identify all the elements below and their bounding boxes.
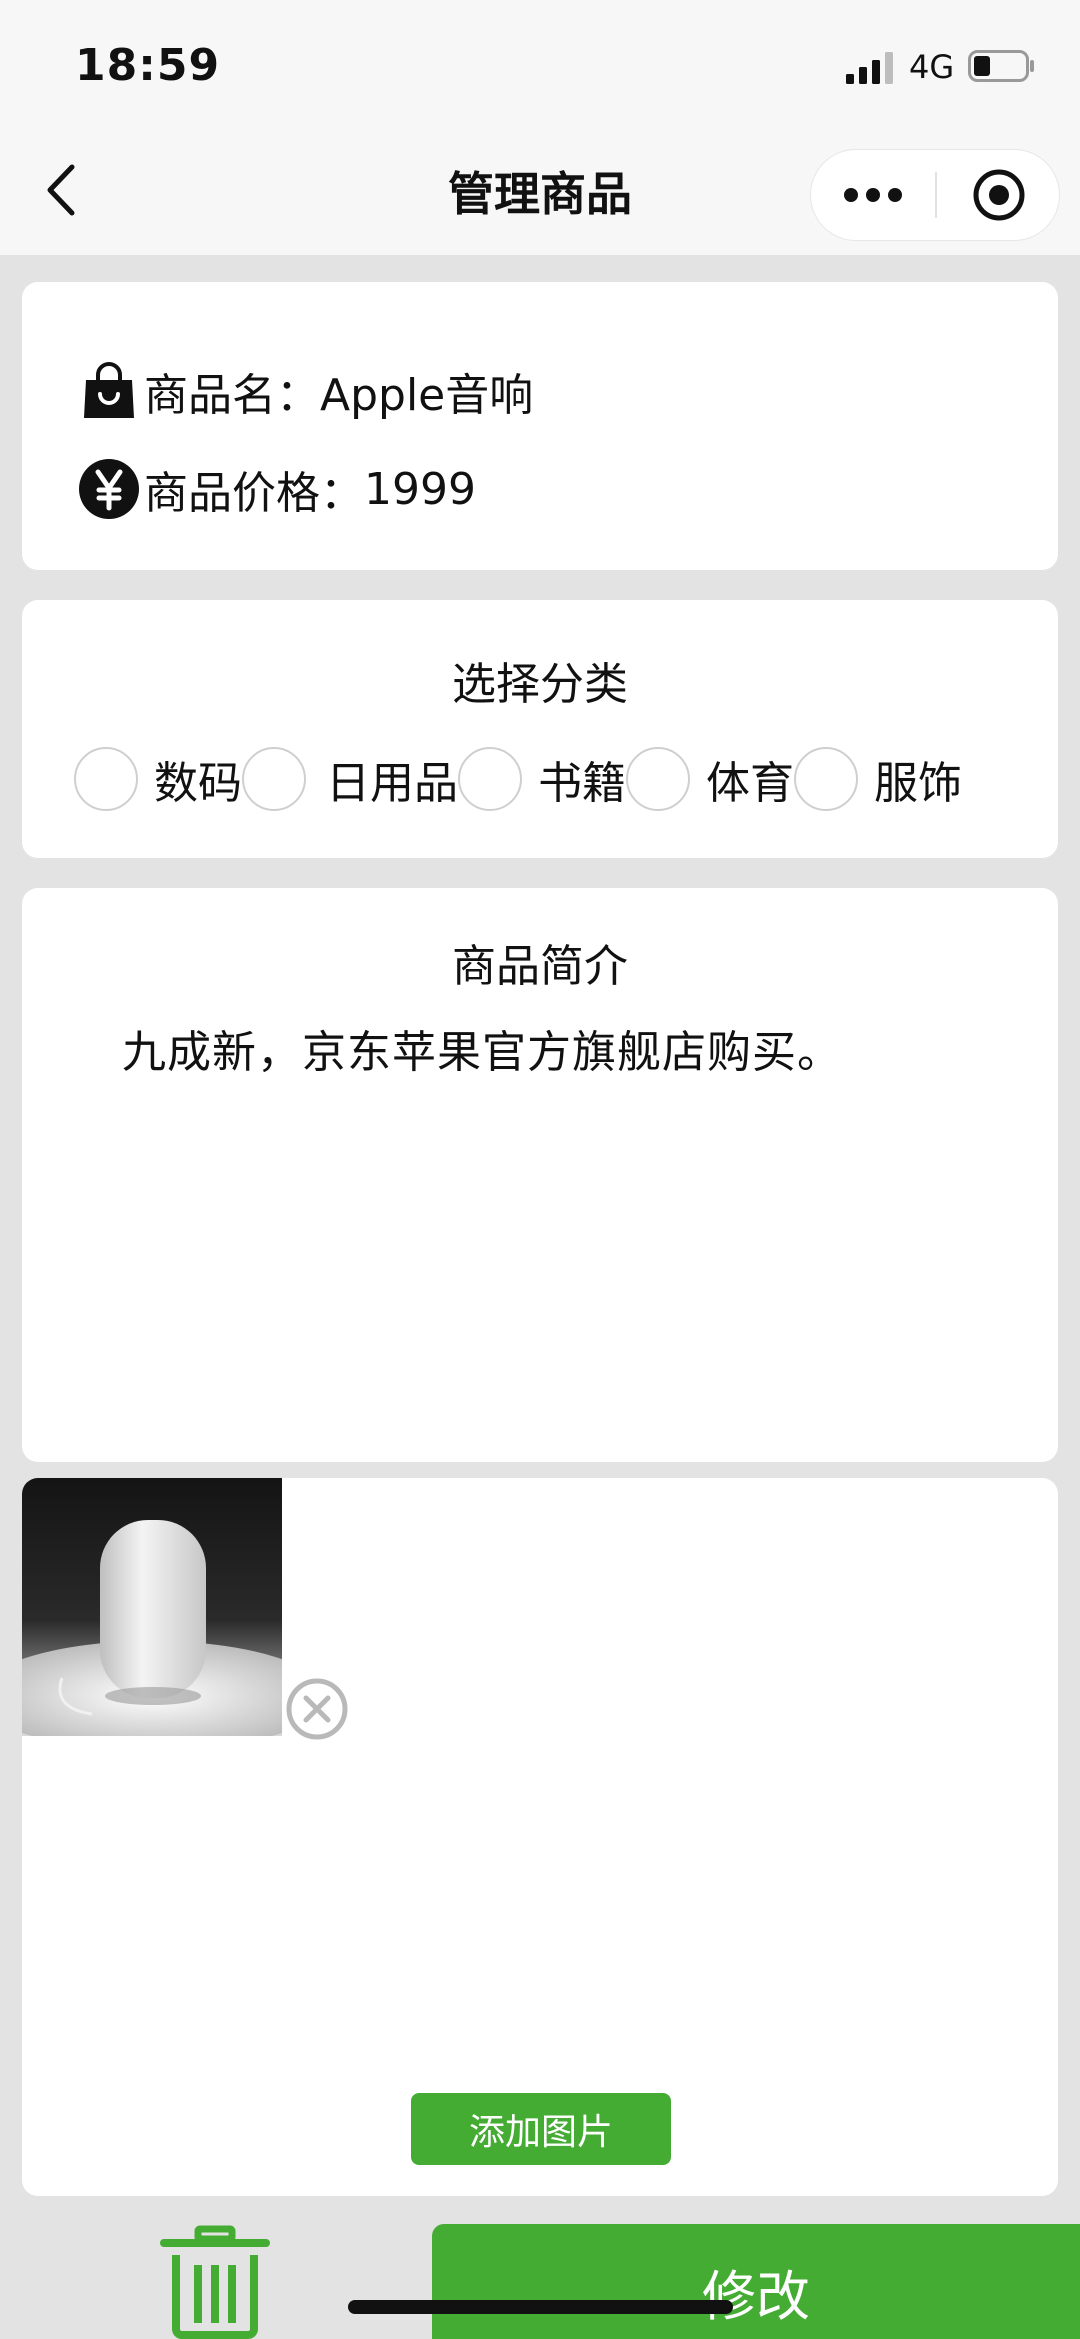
category-option-clothing[interactable]: 服饰 [794, 747, 962, 811]
more-dots-icon [844, 188, 902, 202]
product-images-card: 添加图片 [22, 1478, 1058, 2196]
product-name-row: 商品名： Apple音响 [78, 356, 533, 426]
status-bar: 18:59 4G [0, 0, 1080, 130]
home-indicator [348, 2300, 733, 2314]
category-option-label: 数码 [154, 758, 242, 809]
speaker-photo [22, 1478, 282, 1736]
shopping-bag-icon [84, 362, 134, 418]
category-option-sports[interactable]: 体育 [626, 747, 794, 811]
battery-icon [968, 50, 1034, 82]
product-price-value: 1999 [364, 463, 476, 515]
category-option-daily[interactable]: 日用品 [242, 747, 458, 811]
product-price-label: 商品价格： [144, 468, 364, 519]
target-close-icon [973, 169, 1025, 221]
product-photo[interactable] [22, 1478, 282, 1736]
add-photo-button[interactable]: 添加图片 [411, 2093, 671, 2165]
intro-title: 商品简介 [452, 941, 628, 992]
radio-button[interactable] [458, 747, 522, 811]
miniprogram-capsule [810, 149, 1060, 241]
modify-button[interactable]: 修改 [432, 2224, 1080, 2339]
category-option-label: 体育 [706, 758, 794, 809]
nav-bar: 管理商品 [0, 130, 1080, 255]
product-info-card: 商品名： Apple音响 商品价格： 1999 [22, 282, 1058, 570]
product-name-value: Apple音响 [320, 370, 534, 421]
category-option-books[interactable]: 书籍 [458, 747, 626, 811]
category-option-digital[interactable]: 数码 [74, 747, 242, 811]
trash-icon[interactable] [160, 2225, 270, 2339]
category-option-label: 服饰 [874, 758, 962, 809]
yen-icon [79, 459, 139, 519]
product-name-label: 商品名： [144, 370, 320, 421]
more-button[interactable] [811, 150, 935, 240]
category-option-label: 日用品 [326, 758, 458, 809]
category-radio-group: 数码 日用品 书籍 体育 服饰 [74, 747, 962, 811]
intro-textarea[interactable]: 九成新，京东苹果官方旗舰店购买。 [122, 1016, 842, 1080]
category-card: 选择分类 数码 日用品 书籍 体育 服饰 [22, 600, 1058, 858]
radio-button[interactable] [794, 747, 858, 811]
circle-x-icon[interactable] [284, 1676, 350, 1742]
signal-icon [846, 52, 893, 84]
status-time: 18:59 [75, 40, 221, 91]
product-intro-card: 商品简介 九成新，京东苹果官方旗舰店购买。 [22, 888, 1058, 1462]
close-miniprogram-button[interactable] [937, 150, 1061, 240]
category-title: 选择分类 [452, 659, 628, 710]
radio-button[interactable] [74, 747, 138, 811]
network-type: 4G [909, 48, 955, 86]
category-option-label: 书籍 [538, 758, 626, 809]
radio-button[interactable] [626, 747, 690, 811]
radio-button[interactable] [242, 747, 306, 811]
product-price-row: 商品价格： 1999 [78, 454, 476, 524]
